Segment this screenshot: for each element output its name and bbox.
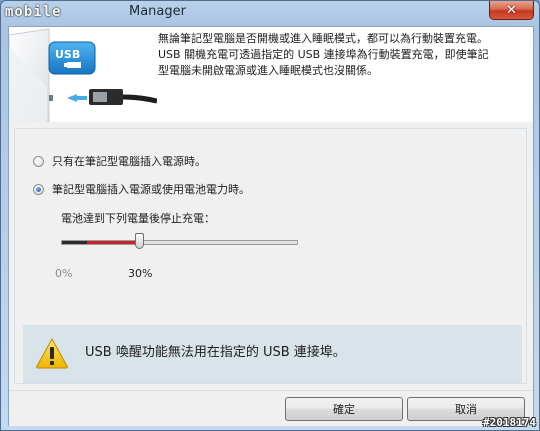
slider-label: 電池達到下列電量後停止充電： [61, 212, 215, 225]
option-ac-or-battery[interactable]: 筆記型電腦插入電源或使用電池電力時。 [33, 181, 250, 197]
watermark: #2018174 [483, 416, 536, 429]
app-logo: mobile [5, 3, 62, 20]
header-description: 無論筆記型電腦是否開機或進入睡眠模式，都可以為行動裝置充電。 USB 關機充電可… [158, 31, 528, 79]
option-ac-only[interactable]: 只有在筆記型電腦插入電源時。 [33, 153, 206, 169]
slider-thumb[interactable] [135, 233, 144, 249]
close-button[interactable]: ✕ [489, 1, 534, 20]
slider-min-label: 0% [55, 267, 73, 280]
slider-fill-active [87, 241, 140, 244]
warning-text: USB 喚醒功能無法用在指定的 USB 連接埠。 [85, 345, 346, 360]
warning-panel: USB 喚醒功能無法用在指定的 USB 連接埠。 [23, 325, 522, 383]
dialog-window: mobile Manager ✕ USB 無論筆記型電腦是否開機或進入睡眠模式，… [0, 0, 540, 431]
dialog-client: USB 無論筆記型電腦是否開機或進入睡眠模式，都可以為行動裝置充電。 USB 關… [8, 26, 534, 426]
window-title: Manager [129, 4, 186, 19]
header: USB 無論筆記型電腦是否開機或進入睡眠模式，都可以為行動裝置充電。 USB 關… [9, 27, 533, 123]
slider-fill [62, 241, 87, 244]
close-icon: ✕ [506, 2, 517, 18]
option-label: 筆記型電腦插入電源或使用電池電力時。 [52, 183, 250, 196]
usb-badge-label: USB [55, 48, 80, 61]
description-line: 型電腦未開啟電源或進入睡眠模式也沒關係。 [158, 64, 378, 77]
usb-laptop-charging-illustration: USB [9, 28, 157, 122]
option-label: 只有在筆記型電腦插入電源時。 [52, 155, 206, 168]
title-bar[interactable]: mobile Manager ✕ [1, 1, 539, 23]
description-line: 無論筆記型電腦是否開機或進入睡眠模式，都可以為行動裝置充電。 [158, 32, 488, 45]
radio-button[interactable] [33, 155, 44, 167]
slider-value-label: 30% [128, 267, 153, 280]
warning-triangle-icon [36, 337, 68, 369]
ok-button[interactable]: 確定 [285, 397, 403, 421]
button-bar: 確定 取消 [9, 390, 533, 426]
battery-threshold-slider[interactable] [61, 240, 298, 245]
radio-button-selected[interactable] [33, 183, 44, 195]
description-line: USB 關機充電可透過指定的 USB 連接埠為行動裝置充電，即使筆記 [158, 48, 489, 61]
